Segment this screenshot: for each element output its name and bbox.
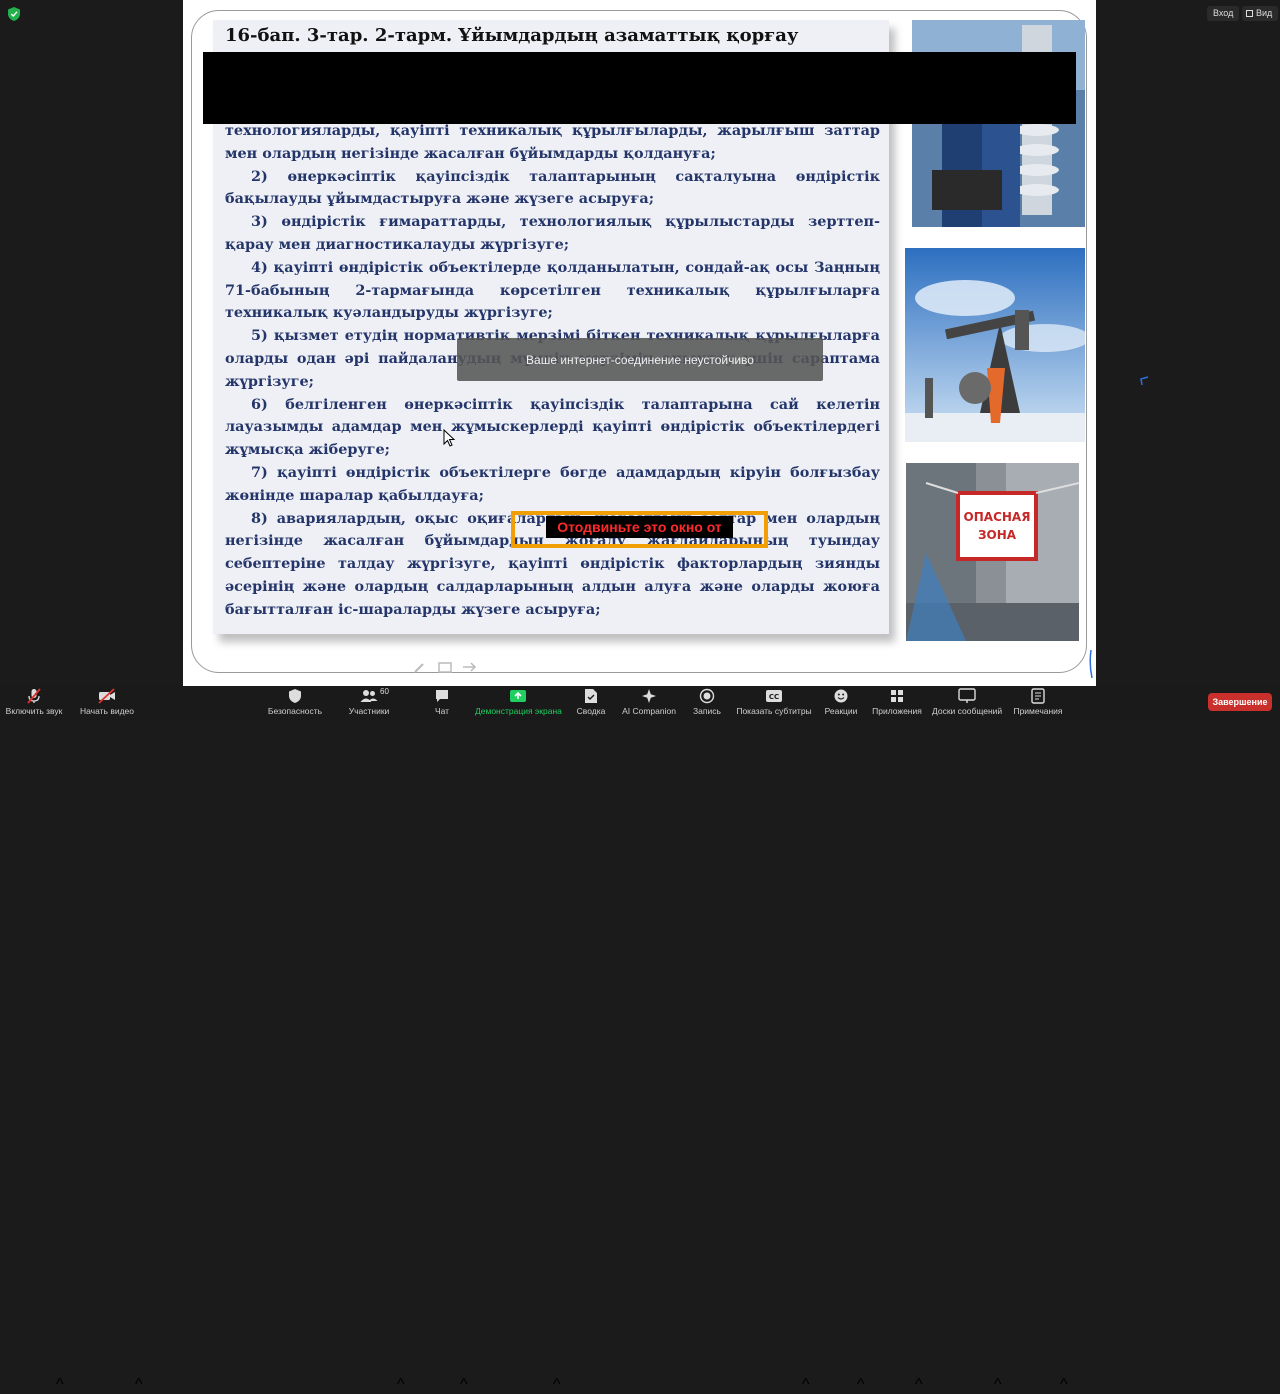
- reactions-button[interactable]: Реакции: [822, 686, 860, 720]
- meeting-toolbar: Включить звук ^ Начать видео ^ Безопасно…: [0, 686, 1280, 1393]
- slide-paragraph: 3) өндірістік ғимараттарды, технологиялы…: [225, 213, 880, 253]
- connection-warning-text: Ваше интернет-соединение неустойчиво: [526, 352, 754, 367]
- whiteboards-icon: [958, 688, 976, 703]
- chat-label: Чат: [434, 706, 450, 716]
- slide-paragraph: 6) белгіленген өнеркәсіптік қауіпсіздік …: [225, 395, 880, 459]
- slide-paragraph: 4) қауіпті өндірістік объектілерде қолда…: [225, 258, 880, 322]
- notes-icon: [1031, 688, 1045, 704]
- reactions-icon: [834, 689, 848, 703]
- whiteboards-label: Доски сообщений: [932, 706, 1003, 716]
- ai-companion-button[interactable]: AI Companion: [620, 686, 678, 720]
- security-button[interactable]: Безопасность: [265, 686, 325, 720]
- oil-pump-photo: [905, 248, 1085, 442]
- view-label: Вид: [1256, 8, 1273, 18]
- record-button[interactable]: Запись: [688, 686, 726, 720]
- reactions-label: Реакции: [824, 706, 858, 716]
- chevron-up-icon[interactable]: ^: [397, 1376, 405, 1394]
- show-captions-button[interactable]: CC Показать субтитры: [736, 686, 812, 720]
- ai-companion-label: AI Companion: [622, 706, 676, 716]
- share-screen-icon: [510, 690, 526, 702]
- share-screen-button[interactable]: Демонстрация экрана: [475, 686, 562, 720]
- pen-mark: [1089, 650, 1093, 678]
- participants-icon: [360, 690, 378, 702]
- share-screen-label: Демонстрация экрана: [475, 706, 562, 716]
- grid-icon: [1246, 10, 1253, 17]
- mouse-cursor-icon: [443, 429, 455, 447]
- chevron-up-icon[interactable]: ^: [135, 1376, 143, 1394]
- slide-paragraph: технологияларды, қауіпті техникалық құры…: [225, 122, 880, 162]
- summary-label: Сводка: [576, 706, 606, 716]
- apps-icon: [891, 690, 903, 702]
- slide-nav-icons: [414, 662, 477, 673]
- video-off-icon: [98, 688, 115, 704]
- start-video-label: Начать видео: [79, 706, 134, 716]
- encryption-shield-icon[interactable]: [8, 7, 20, 21]
- record-icon: [699, 688, 715, 704]
- record-label: Запись: [693, 706, 721, 716]
- slide-paragraph: 7) қауіпті өндірістік объектілерге бөгде…: [225, 463, 880, 504]
- mic-muted-icon: [27, 688, 41, 704]
- summary-icon: [585, 689, 597, 703]
- svg-text:CC: CC: [769, 693, 779, 701]
- chat-icon: [436, 690, 448, 702]
- connection-warning-toast: Ваше интернет-соединение неустойчиво: [457, 338, 823, 381]
- sign-text-line2: ЗОНА: [978, 528, 1017, 542]
- show-captions-label: Показать субтитры: [736, 706, 812, 716]
- ai-companion-icon: [642, 689, 656, 703]
- end-meeting-button[interactable]: Завершение: [1208, 693, 1272, 711]
- chevron-up-icon[interactable]: ^: [460, 1376, 468, 1394]
- summary-button[interactable]: Сводка: [572, 686, 610, 720]
- chevron-up-icon[interactable]: ^: [994, 1376, 1002, 1394]
- login-button[interactable]: Вход: [1207, 6, 1240, 21]
- sign-text-line1: ОПАСНАЯ: [964, 510, 1031, 524]
- chevron-up-icon[interactable]: ^: [553, 1376, 561, 1394]
- unmute-button[interactable]: Включить звук: [0, 686, 68, 720]
- login-label: Вход: [1213, 8, 1234, 18]
- chevron-up-icon[interactable]: ^: [802, 1376, 810, 1394]
- chevron-up-icon[interactable]: ^: [1060, 1376, 1068, 1394]
- chevron-up-icon[interactable]: ^: [857, 1376, 865, 1394]
- pen-mark: [1140, 376, 1149, 386]
- chat-button[interactable]: Чат: [425, 686, 459, 720]
- chevron-up-icon[interactable]: ^: [56, 1376, 64, 1394]
- slide-title: 16-бап. 3-тар. 2-тарм. Ұйымдардың азамат…: [225, 25, 799, 46]
- view-button[interactable]: Вид: [1242, 6, 1279, 21]
- participants-label: Участники: [348, 706, 390, 716]
- participants-count: 60: [380, 687, 389, 696]
- security-label: Безопасность: [267, 706, 323, 716]
- slide-paragraph: 2) өнеркәсіптік қауіпсіздік талаптарының…: [225, 167, 880, 208]
- danger-zone-photo: ОПАСНАЯ ЗОНА: [906, 463, 1079, 641]
- notes-label: Примечания: [1013, 706, 1063, 716]
- start-video-button[interactable]: Начать видео: [76, 686, 138, 720]
- shield-icon: [289, 689, 301, 703]
- apps-label: Приложения: [872, 706, 922, 716]
- captions-icon: CC: [766, 690, 782, 702]
- unmute-label: Включить звук: [5, 706, 63, 716]
- apps-button[interactable]: Приложения: [870, 686, 924, 720]
- redaction-bar: [203, 52, 1076, 124]
- whiteboards-button[interactable]: Доски сообщений: [932, 686, 1002, 720]
- participants-button[interactable]: 60 Участники: [342, 686, 396, 720]
- move-window-warning-text: Отодвиньте это окно от: [546, 516, 733, 538]
- notes-button[interactable]: Примечания: [1012, 686, 1064, 720]
- chevron-up-icon[interactable]: ^: [915, 1376, 923, 1394]
